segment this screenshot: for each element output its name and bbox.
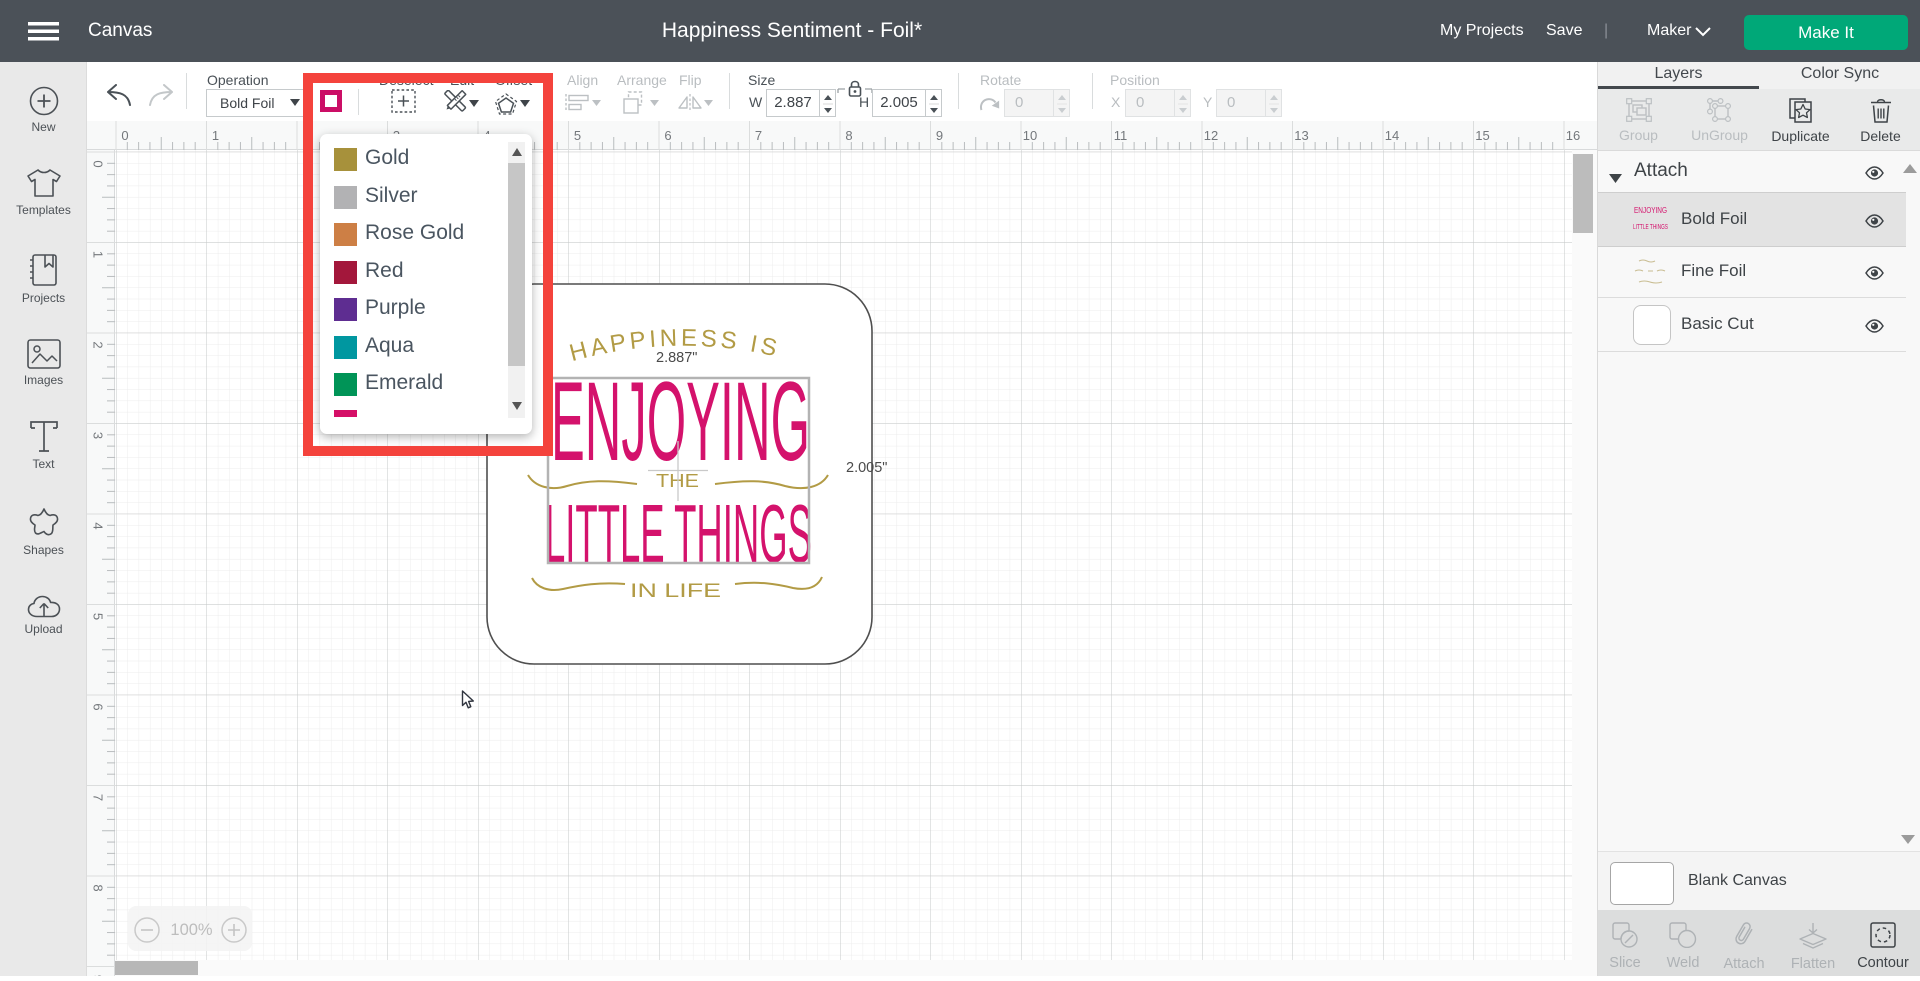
svg-text:5: 5 (574, 128, 581, 143)
svg-text:1: 1 (212, 128, 219, 143)
svg-text:12: 12 (1204, 128, 1218, 143)
svg-text:IN LIFE: IN LIFE (630, 581, 721, 602)
svg-text:0: 0 (121, 128, 128, 143)
svg-text:1: 1 (91, 251, 106, 258)
svg-text:0: 0 (91, 160, 106, 167)
svg-text:6: 6 (91, 703, 106, 710)
svg-text:7: 7 (755, 128, 762, 143)
svg-text:LITTLE THINGS: LITTLE THINGS (545, 489, 812, 580)
svg-text:5: 5 (91, 613, 106, 620)
svg-text:ENJOYING: ENJOYING (1634, 206, 1667, 215)
svg-text:7: 7 (91, 794, 106, 801)
svg-text:4: 4 (91, 522, 106, 529)
svg-text:14: 14 (1385, 128, 1399, 143)
svg-text:3: 3 (91, 432, 106, 439)
svg-text:8: 8 (845, 128, 852, 143)
svg-text:2.005": 2.005" (846, 460, 887, 476)
svg-text:6: 6 (664, 128, 671, 143)
svg-text:2: 2 (91, 341, 106, 348)
svg-text:16: 16 (1566, 128, 1580, 143)
svg-text:ENJOYING: ENJOYING (551, 357, 810, 484)
svg-text:8: 8 (91, 884, 106, 891)
svg-text:11: 11 (1114, 128, 1128, 143)
svg-text:15: 15 (1475, 128, 1489, 143)
svg-text:10: 10 (1023, 128, 1037, 143)
svg-text:13: 13 (1294, 128, 1308, 143)
svg-text:9: 9 (936, 128, 943, 143)
svg-text:2.887": 2.887" (656, 350, 697, 366)
svg-text:LITTLE THINGS: LITTLE THINGS (1633, 224, 1668, 231)
